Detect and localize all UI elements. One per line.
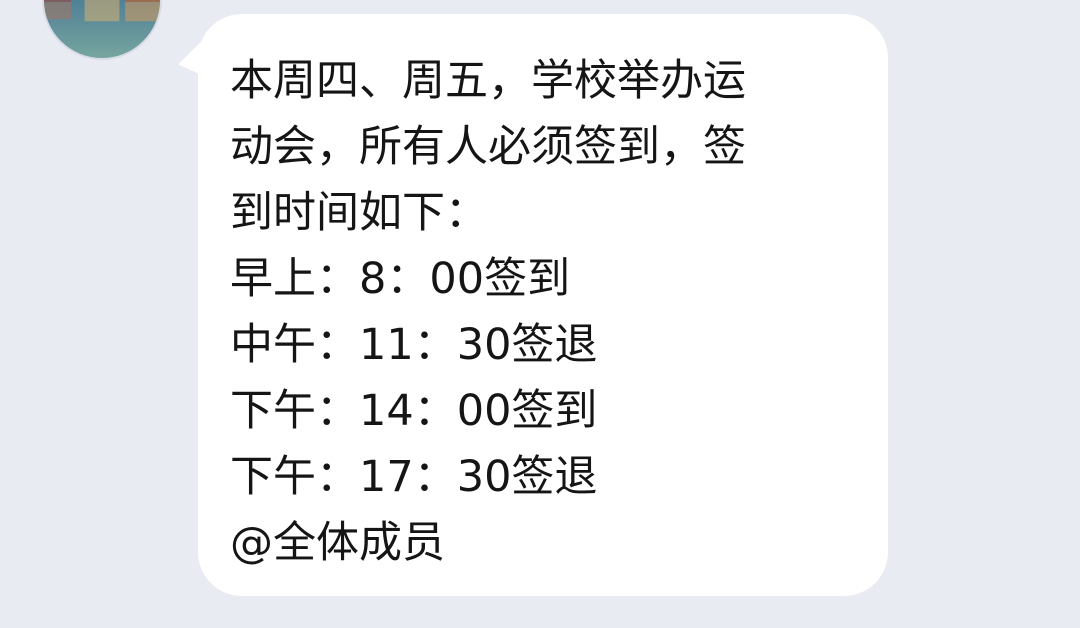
message-line: 中午：11：30签退 bbox=[230, 320, 598, 370]
message-line: 下午：14：00签到 bbox=[230, 386, 598, 436]
message-line: 到时间如下： bbox=[230, 188, 488, 238]
message-line: 本周四、周五，学校举办运 bbox=[230, 56, 746, 106]
message-bubble[interactable]: 本周四、周五，学校举办运 动会，所有人必须签到，签 到时间如下： 早上：8：00… bbox=[198, 14, 888, 596]
message-line: 动会，所有人必须签到，签 bbox=[230, 122, 746, 172]
avatar-image bbox=[44, 0, 160, 58]
message-line: 早上：8：00签到 bbox=[230, 254, 571, 304]
sender-avatar[interactable] bbox=[42, 0, 162, 60]
message-line: 下午：17：30签退 bbox=[230, 452, 598, 502]
mention-all-members[interactable]: @全体成员 bbox=[230, 510, 856, 576]
